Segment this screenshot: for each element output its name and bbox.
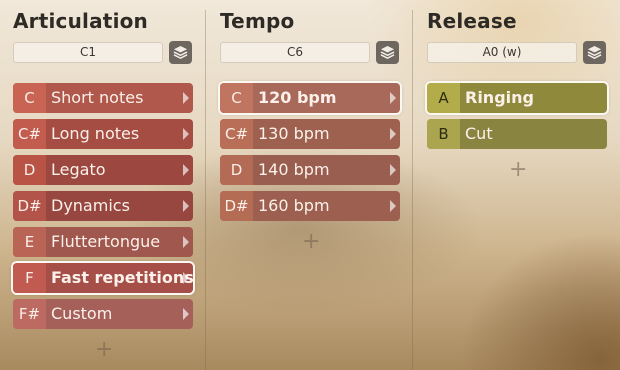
add-release-button[interactable]: + (509, 159, 527, 181)
chevron-right-icon[interactable] (183, 236, 189, 248)
release-presets-button[interactable] (583, 41, 606, 64)
row-label: Dynamics (51, 196, 130, 215)
articulation-preset-field[interactable]: C1 (13, 42, 163, 63)
release-column: Release A0 (w) A Ringing B Cut + (427, 0, 612, 370)
row-label: 140 bpm (258, 160, 330, 179)
tempo-column: Tempo C6 C 120 bpm C# 130 bpm D 140 bpm … (220, 0, 405, 370)
note-key: F# (13, 299, 46, 329)
chevron-right-icon[interactable] (183, 308, 189, 320)
articulation-row[interactable]: D# Dynamics (13, 191, 193, 221)
tempo-row[interactable]: D# 160 bpm (220, 191, 400, 221)
tempo-presets-button[interactable] (376, 41, 399, 64)
tempo-row[interactable]: C# 130 bpm (220, 119, 400, 149)
chevron-right-icon[interactable] (390, 92, 396, 104)
layers-icon (173, 45, 188, 59)
articulation-row[interactable]: C Short notes (13, 83, 193, 113)
release-preset-field[interactable]: A0 (w) (427, 42, 577, 63)
layers-icon (380, 45, 395, 59)
release-row-selected[interactable]: A Ringing (427, 83, 607, 113)
articulation-title: Articulation (13, 9, 148, 33)
tempo-row[interactable]: D 140 bpm (220, 155, 400, 185)
articulation-row[interactable]: D Legato (13, 155, 193, 185)
row-label: 130 bpm (258, 124, 330, 143)
articulation-row[interactable]: E Fluttertongue (13, 227, 193, 257)
row-label: Cut (465, 124, 493, 143)
row-label: Ringing (465, 88, 534, 107)
row-label: Custom (51, 304, 113, 323)
chevron-right-icon[interactable] (183, 128, 189, 140)
chevron-right-icon[interactable] (183, 272, 189, 284)
note-key: C (220, 83, 253, 113)
row-label: Fast repetitions (51, 268, 194, 287)
note-key: F (13, 263, 46, 293)
note-key: C (13, 83, 46, 113)
row-label: 120 bpm (258, 88, 337, 107)
articulation-column: Articulation C1 C Short notes C# Long no… (13, 0, 198, 370)
tempo-preset-field[interactable]: C6 (220, 42, 370, 63)
add-articulation-button[interactable]: + (95, 339, 113, 361)
chevron-right-icon[interactable] (183, 92, 189, 104)
row-label: Long notes (51, 124, 140, 143)
row-label: 160 bpm (258, 196, 330, 215)
note-key: D (13, 155, 46, 185)
row-label: Short notes (51, 88, 144, 107)
add-tempo-button[interactable]: + (302, 231, 320, 253)
release-title: Release (427, 9, 517, 33)
note-key: C# (220, 119, 253, 149)
chevron-right-icon[interactable] (183, 200, 189, 212)
sound-variation-window: { "columns": [ { "title": "Articulation"… (0, 0, 620, 370)
note-key: D (220, 155, 253, 185)
note-key: D# (220, 191, 253, 221)
note-key: E (13, 227, 46, 257)
column-divider (412, 10, 413, 370)
chevron-right-icon[interactable] (183, 164, 189, 176)
note-key: C# (13, 119, 46, 149)
note-key: D# (13, 191, 46, 221)
row-label: Fluttertongue (51, 232, 161, 251)
note-key: A (427, 83, 460, 113)
chevron-right-icon[interactable] (390, 164, 396, 176)
layers-icon (587, 45, 602, 59)
articulation-presets-button[interactable] (169, 41, 192, 64)
articulation-row[interactable]: C# Long notes (13, 119, 193, 149)
chevron-right-icon[interactable] (390, 128, 396, 140)
chevron-right-icon[interactable] (390, 200, 396, 212)
articulation-row-selected[interactable]: F Fast repetitions (13, 263, 194, 293)
row-label: Legato (51, 160, 106, 179)
tempo-title: Tempo (220, 9, 295, 33)
articulation-row[interactable]: F# Custom (13, 299, 193, 329)
tempo-row-selected[interactable]: C 120 bpm (220, 83, 400, 113)
column-divider (205, 10, 206, 370)
note-key: B (427, 119, 460, 149)
release-row[interactable]: B Cut (427, 119, 607, 149)
